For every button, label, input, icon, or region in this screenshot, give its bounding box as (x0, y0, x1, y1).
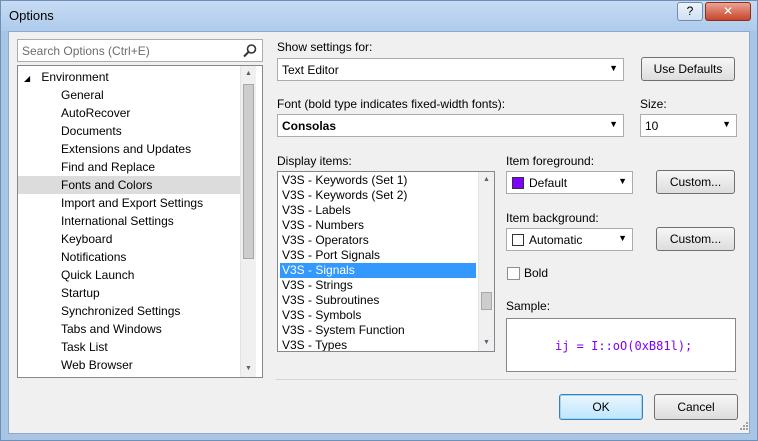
tree-item[interactable]: Tabs and Windows (18, 320, 240, 338)
display-items-list[interactable]: V3S - Keywords (Set 1) V3S - Keywords (Se… (277, 171, 495, 352)
color-swatch-icon (512, 234, 524, 246)
bold-checkbox[interactable] (507, 267, 520, 280)
dialog-body: Search Options (Ctrl+E) ◢ Environment Ge… (8, 31, 750, 434)
search-input[interactable]: Search Options (Ctrl+E) (17, 39, 263, 62)
tree-node-environment[interactable]: ◢ Environment (24, 68, 109, 86)
list-item[interactable]: V3S - Subroutines (280, 293, 476, 308)
display-items-scrollbar[interactable]: ▲ ▼ (478, 172, 494, 351)
ok-button[interactable]: OK (559, 394, 643, 420)
list-item[interactable]: V3S - Port Signals (280, 248, 476, 263)
scroll-down-icon[interactable]: ▼ (241, 361, 256, 377)
size-label: Size: (640, 97, 667, 111)
show-settings-dropdown[interactable]: Text Editor ▼ (277, 58, 624, 81)
bold-label: Bold (524, 266, 549, 280)
color-swatch-icon (512, 177, 524, 189)
sample-preview: ij = I::oO(0xB81l); (506, 318, 736, 372)
tree-item[interactable]: Synchronized Settings (18, 302, 240, 320)
foreground-custom-button[interactable]: Custom... (656, 170, 735, 194)
tree-item[interactable]: Import and Export Settings (18, 194, 240, 212)
list-item[interactable]: V3S - Signals (280, 263, 476, 278)
list-item[interactable]: V3S - Labels (280, 203, 476, 218)
tree-item[interactable]: General (18, 86, 240, 104)
use-defaults-button[interactable]: Use Defaults (641, 57, 735, 81)
item-foreground-dropdown[interactable]: Default ▼ (506, 171, 633, 194)
scroll-up-icon[interactable]: ▲ (241, 66, 256, 82)
tree-item[interactable]: Keyboard (18, 230, 240, 248)
list-item[interactable]: V3S - Keywords (Set 2) (280, 188, 476, 203)
close-icon: ✕ (722, 4, 734, 18)
font-value: Consolas (282, 119, 337, 133)
list-item[interactable]: V3S - Operators (280, 233, 476, 248)
help-button[interactable]: ? (677, 2, 703, 21)
display-items-label: Display items: (277, 154, 352, 168)
item-background-dropdown[interactable]: Automatic ▼ (506, 228, 633, 251)
tree-item[interactable]: Documents (18, 122, 240, 140)
tree-item[interactable]: Fonts and Colors (18, 176, 240, 194)
window-title: Options (9, 8, 54, 23)
resize-grip-icon[interactable] (737, 421, 749, 433)
font-label: Font (bold type indicates fixed-width fo… (277, 97, 506, 111)
close-button[interactable]: ✕ (705, 2, 751, 21)
cancel-button[interactable]: Cancel (654, 394, 738, 420)
list-item[interactable]: V3S - Types (280, 338, 476, 351)
scrollbar-thumb[interactable] (481, 292, 492, 310)
tree-item[interactable]: Web Browser (18, 356, 240, 374)
dropdown-arrow-icon: ▼ (618, 176, 627, 186)
item-foreground-label: Item foreground: (506, 154, 595, 168)
tree-item[interactable]: Task List (18, 338, 240, 356)
item-foreground-value: Default (529, 176, 568, 190)
show-settings-value: Text Editor (282, 63, 339, 77)
scroll-down-icon[interactable]: ▼ (479, 335, 494, 351)
list-item[interactable]: V3S - Numbers (280, 218, 476, 233)
sample-label: Sample: (506, 299, 551, 313)
dropdown-arrow-icon: ▼ (609, 63, 618, 73)
size-value: 10 (645, 119, 659, 133)
tree-item[interactable]: Quick Launch (18, 266, 240, 284)
tree-item[interactable]: Find and Replace (18, 158, 240, 176)
show-settings-label: Show settings for: (277, 40, 373, 54)
title-bar[interactable]: Options ? ✕ (1, 1, 757, 31)
list-item[interactable]: V3S - Keywords (Set 1) (280, 173, 476, 188)
scroll-up-icon[interactable]: ▲ (479, 172, 494, 188)
dropdown-arrow-icon: ▼ (618, 233, 627, 243)
tree-item[interactable]: AutoRecover (18, 104, 240, 122)
list-item[interactable]: V3S - Strings (280, 278, 476, 293)
scrollbar-thumb[interactable] (243, 84, 254, 259)
tree-node-label: Environment (41, 70, 109, 84)
dropdown-arrow-icon: ▼ (722, 119, 731, 129)
item-background-label: Item background: (506, 211, 599, 225)
font-dropdown[interactable]: Consolas ▼ (277, 114, 624, 137)
background-custom-button[interactable]: Custom... (656, 227, 735, 251)
tree-item[interactable]: Notifications (18, 248, 240, 266)
sample-text: ij = I::oO(0xB81l); (555, 339, 693, 353)
options-window: Options ? ✕ Search Options (Ctrl+E) ◢ En… (0, 0, 758, 441)
list-item[interactable]: V3S - System Function (280, 323, 476, 338)
dropdown-arrow-icon: ▼ (609, 119, 618, 129)
options-tree[interactable]: ◢ Environment General AutoRecover Document… (17, 65, 263, 378)
size-dropdown[interactable]: 10 ▼ (640, 114, 737, 137)
footer-divider (276, 379, 737, 380)
list-item[interactable]: V3S - Symbols (280, 308, 476, 323)
search-icon[interactable] (242, 43, 258, 59)
tree-item[interactable]: Startup (18, 284, 240, 302)
tree-scrollbar[interactable]: ▲ ▼ (240, 66, 256, 377)
item-background-value: Automatic (529, 233, 583, 247)
tree-item[interactable]: Extensions and Updates (18, 140, 240, 158)
search-placeholder: Search Options (Ctrl+E) (22, 44, 150, 58)
tree-item[interactable]: International Settings (18, 212, 240, 230)
